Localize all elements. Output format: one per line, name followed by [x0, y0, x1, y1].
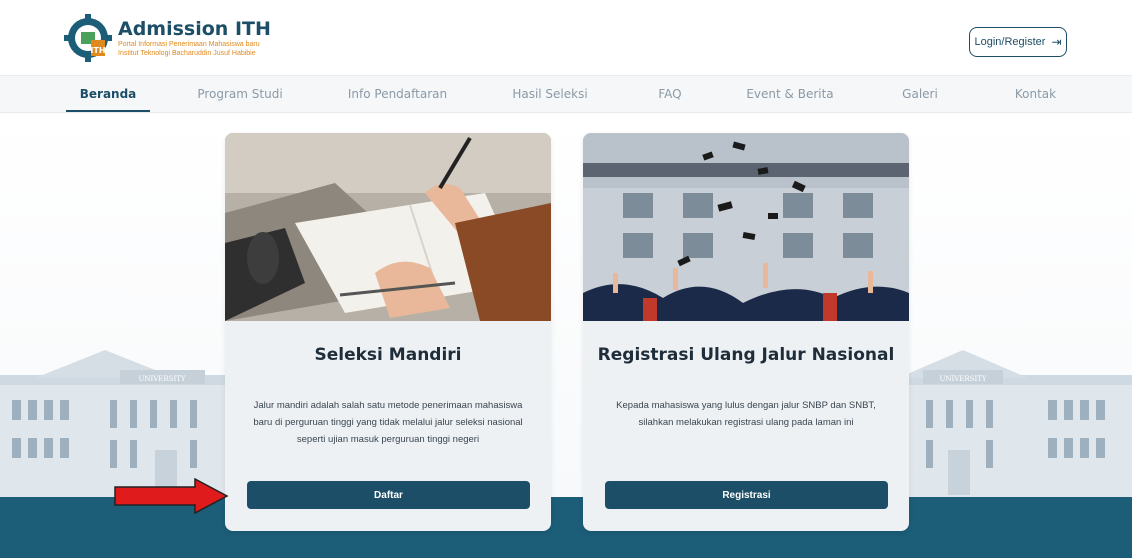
page: UNIVERSITY UNIVERSITY ITH Admission ITH …	[0, 0, 1132, 558]
nav-item-event-berita[interactable]: Event & Berita	[735, 76, 845, 114]
login-arrow-icon: ⇥	[1051, 35, 1062, 49]
card-image-writing	[225, 133, 551, 321]
site-logo[interactable]: ITH Admission ITH Portal Informasi Pener…	[64, 14, 271, 62]
red-arrow-icon	[114, 478, 229, 514]
card-description: Kepada mahasiswa yang lulus dengan jalur…	[616, 400, 876, 428]
nav-item-beranda[interactable]: Beranda	[66, 76, 150, 114]
university-building-left: UNIVERSITY	[0, 350, 230, 500]
svg-text:ITH: ITH	[90, 46, 105, 55]
daftar-button[interactable]: Daftar	[247, 481, 530, 509]
logo-subtitle-2: Institut Teknologi Bacharuddin Jusuf Hab…	[118, 50, 256, 57]
building-sign-right: UNIVERSITY	[939, 375, 986, 383]
ith-logo-icon: ITH	[64, 14, 112, 62]
registrasi-button[interactable]: Registrasi	[605, 481, 888, 509]
nav-item-faq[interactable]: FAQ	[650, 76, 690, 114]
nav-item-info-pendaftaran[interactable]: Info Pendaftaran	[340, 76, 455, 114]
nav-item-hasil-seleksi[interactable]: Hasil Seleksi	[500, 76, 600, 114]
logo-subtitle-1: Portal Informasi Penerimaan Mahasiswa ba…	[118, 41, 260, 48]
card-description: Jalur mandiri adalah salah satu metode p…	[253, 400, 523, 445]
card-registrasi-ulang: Registrasi Ulang Jalur Nasional Kepada m…	[583, 133, 909, 531]
login-register-button[interactable]: Login/Register ⇥	[969, 27, 1067, 57]
logo-title: Admission ITH	[118, 18, 271, 40]
card-title: Registrasi Ulang Jalur Nasional	[597, 345, 895, 365]
nav-item-kontak[interactable]: Kontak	[1008, 76, 1063, 114]
building-sign-left: UNIVERSITY	[138, 375, 185, 383]
card-title: Seleksi Mandiri	[314, 345, 462, 365]
site-header: ITH Admission ITH Portal Informasi Pener…	[0, 0, 1132, 75]
main-navigation: Beranda Program Studi Info Pendaftaran H…	[0, 75, 1132, 113]
login-register-label: Login/Register	[974, 36, 1046, 48]
nav-item-galeri[interactable]: Galeri	[895, 76, 945, 114]
card-image-graduation	[583, 133, 909, 321]
card-seleksi-mandiri: Seleksi Mandiri Jalur mandiri adalah sal…	[225, 133, 551, 531]
nav-item-program-studi[interactable]: Program Studi	[190, 76, 290, 114]
university-building-right: UNIVERSITY	[908, 350, 1132, 500]
